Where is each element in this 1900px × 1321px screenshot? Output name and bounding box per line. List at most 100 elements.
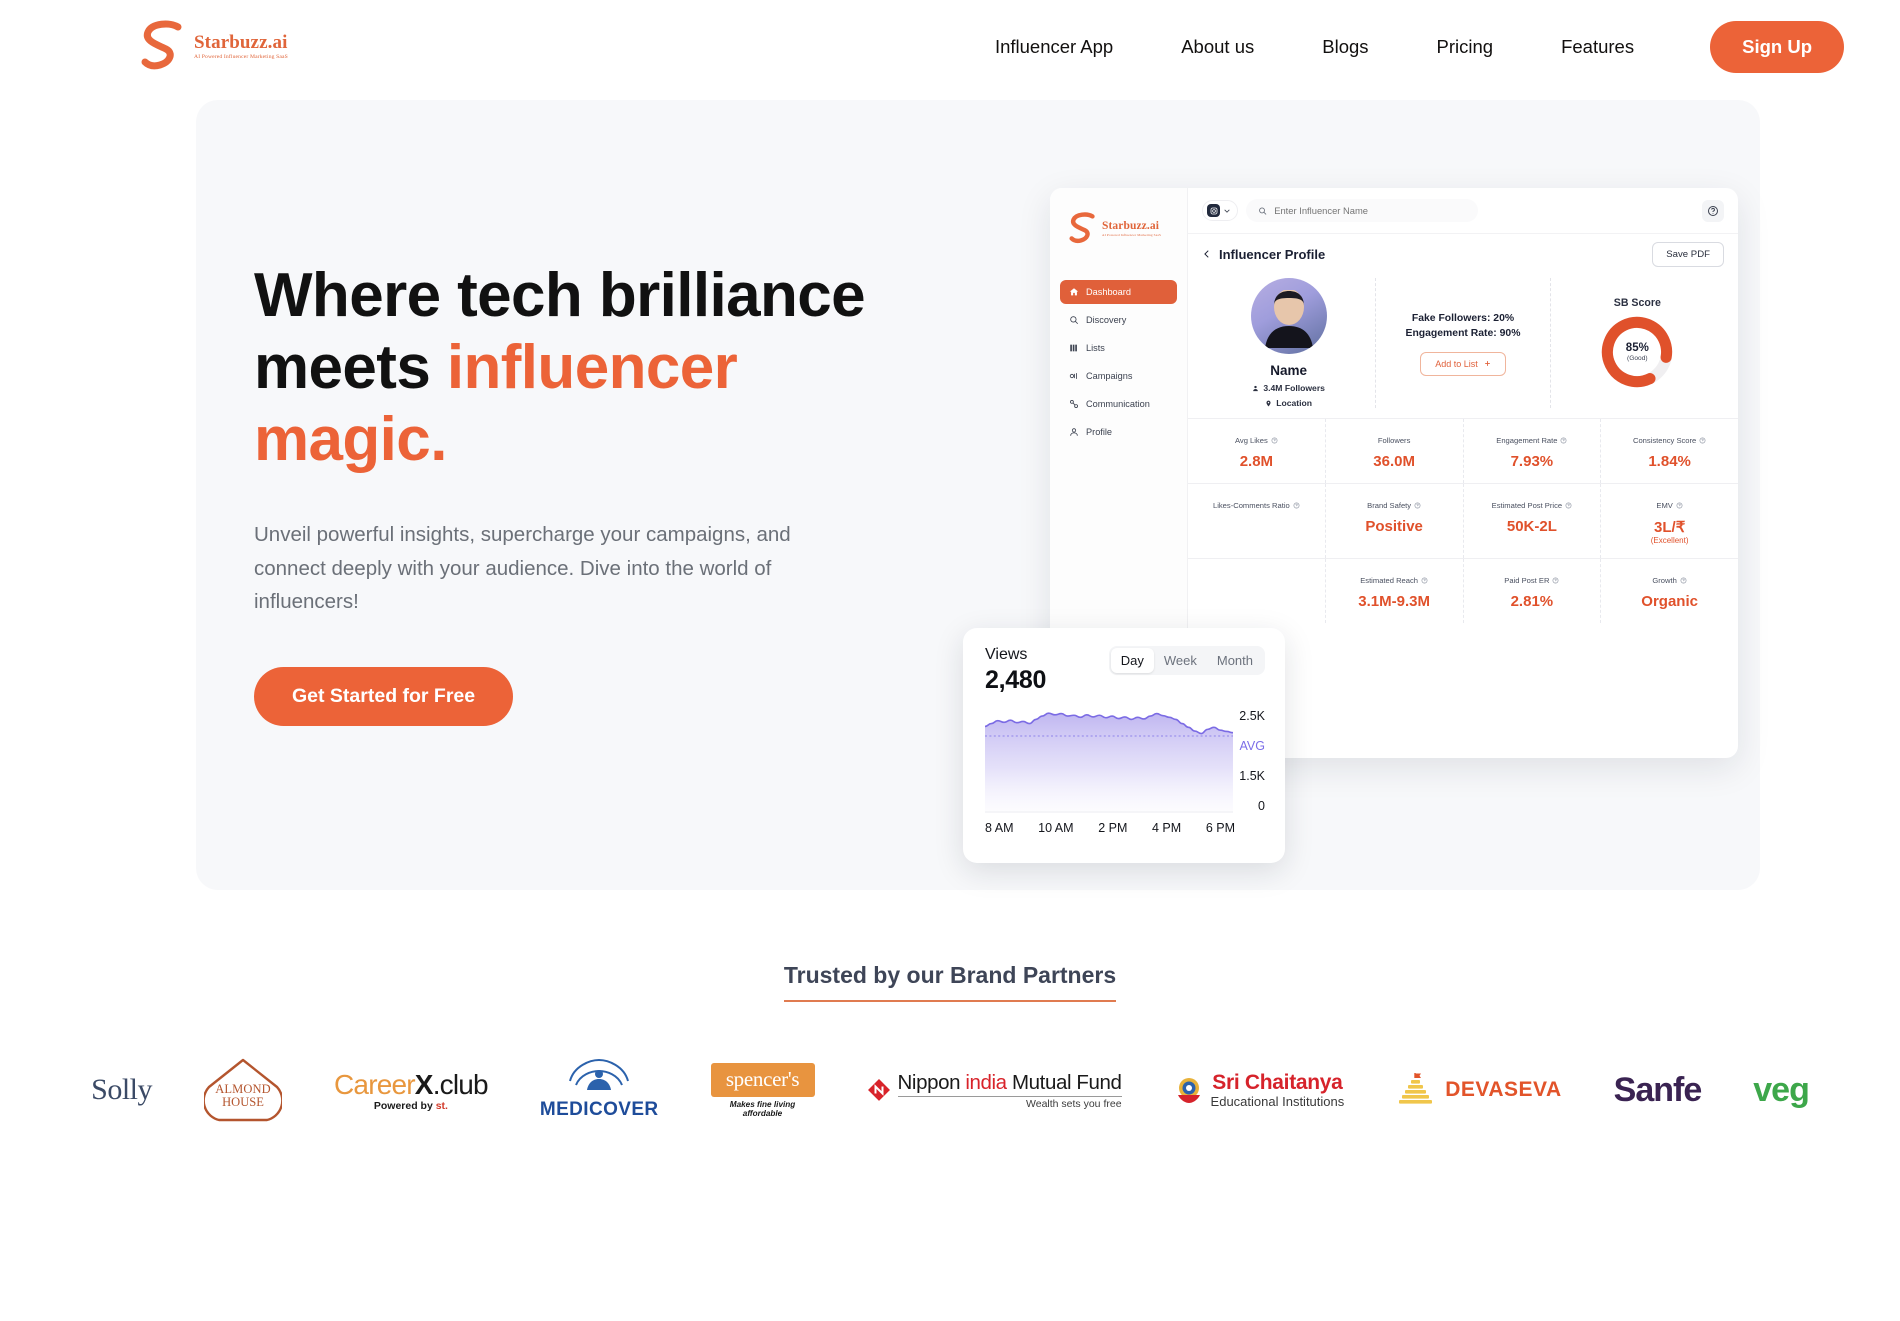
metric-label: Estimated Post Price [1491, 501, 1563, 510]
metric-label: Avg Likes [1234, 436, 1268, 445]
search-icon [1259, 207, 1267, 215]
help-button[interactable] [1702, 199, 1724, 222]
almond-line-2: HOUSE [222, 1094, 264, 1109]
info-icon[interactable] [1565, 502, 1572, 509]
back-button[interactable]: Influencer Profile [1202, 247, 1325, 262]
platform-selector[interactable] [1202, 200, 1238, 221]
timeframe-week-button[interactable]: Week [1154, 648, 1207, 673]
logo-tagline: AI Powered Influencer Marketing SaaS [1102, 232, 1162, 237]
metric-value: 1.84% [1648, 453, 1691, 470]
add-to-list-button[interactable]: Add to List [1420, 351, 1506, 376]
starbuzz-logo-icon [141, 20, 182, 70]
heading-line-2-plain: meets [254, 332, 447, 402]
metric-empty [1188, 559, 1326, 623]
partner-logo-spencers: spencer's Makes fine living affordable [710, 1054, 815, 1126]
timeframe-month-button[interactable]: Month [1207, 648, 1263, 673]
influencer-name: Name [1270, 363, 1308, 378]
metric-label: Paid Post ER [1504, 576, 1550, 585]
plus-icon [1484, 361, 1490, 366]
info-icon[interactable] [1560, 437, 1567, 444]
user-icon [1253, 385, 1259, 391]
y-tick: 1.5K [1239, 769, 1265, 783]
info-icon[interactable] [1414, 502, 1421, 509]
info-icon[interactable] [1676, 502, 1683, 509]
nippon-diamond-icon [867, 1079, 890, 1101]
metric-value: 36.0M [1373, 453, 1415, 470]
home-icon [1069, 288, 1079, 296]
metric-consistency-score: Consistency Score 1.84% [1601, 419, 1738, 483]
get-started-button[interactable]: Get Started for Free [254, 667, 514, 727]
influencer-location: Location [1265, 398, 1312, 408]
medicover-wordmark: MEDICOVER [539, 1099, 659, 1120]
sri-chaitanya-tagline: Educational Institutions [1210, 1094, 1345, 1109]
save-pdf-button[interactable]: Save PDF [1652, 241, 1724, 267]
logo-name: Starbuzz.ai [1102, 219, 1159, 232]
sb-score-gauge: 85% (Good) [1600, 315, 1674, 389]
sidebar-item-communication[interactable]: Communication [1060, 392, 1177, 416]
site-logo[interactable]: Starbuzz.ai AI Powered Influencer Market… [140, 20, 288, 74]
info-icon[interactable] [1552, 577, 1559, 584]
careerx-part-3: .club [432, 1068, 489, 1100]
metric-label: Likes-Comments Ratio [1212, 501, 1290, 510]
medicover-symbol-icon [569, 1058, 630, 1090]
search-box[interactable] [1246, 199, 1478, 222]
timeframe-day-button[interactable]: Day [1110, 648, 1154, 673]
search-input[interactable] [1274, 205, 1466, 216]
metric-value: 3.1M-9.3M [1358, 593, 1430, 610]
almond-house-mark: ALMOND HOUSE [202, 1057, 284, 1123]
x-tick: 8 AM [985, 821, 1014, 835]
sidebar-item-campaigns[interactable]: Campaigns [1060, 364, 1177, 388]
sb-score-rating: (Good) [1627, 355, 1648, 362]
nav-item-about-us[interactable]: About us [1147, 36, 1288, 58]
nav-item-influencer-app[interactable]: Influencer App [961, 36, 1147, 58]
partner-logo-sri-chaitanya: Sri Chaitanya Educational Institutions [1174, 1054, 1345, 1126]
info-icon[interactable] [1293, 502, 1300, 509]
y-tick: 0 [1258, 799, 1265, 813]
metrics-row: Likes-Comments Ratio Brand Safety Positi… [1188, 484, 1738, 559]
nippon-wordmark: Nippon india Mutual Fund [898, 1071, 1122, 1095]
sign-up-button[interactable]: Sign Up [1710, 21, 1844, 73]
metric-value: 2.8M [1239, 453, 1274, 470]
nav-item-blogs[interactable]: Blogs [1288, 36, 1402, 58]
search-icon [1070, 316, 1079, 325]
sidebar-item-profile[interactable]: Profile [1060, 420, 1177, 444]
metric-value: 7.93% [1510, 453, 1554, 470]
influencer-quality-stats: Fake Followers: 20% Engagement Rate: 90%… [1376, 278, 1551, 408]
sb-score-title: SB Score [1613, 297, 1661, 309]
influencer-identity: Name 3.4M Followers Location [1202, 278, 1377, 408]
partner-logo-solly: Solly [91, 1054, 152, 1126]
mock-titlebar: Influencer Profile Save PDF [1188, 234, 1738, 274]
metrics-row: Estimated Reach 3.1M-9.3M Paid Post ER 2… [1188, 559, 1738, 623]
nav-item-features[interactable]: Features [1527, 36, 1668, 58]
instagram-icon [1207, 204, 1220, 217]
megaphone-icon [1069, 373, 1077, 379]
avatar [1250, 278, 1327, 354]
engagement-rate-stat: Engagement Rate: 90% [1405, 327, 1521, 339]
x-tick: 6 PM [1205, 821, 1235, 835]
medicover-mark: MEDICOVER [539, 1058, 659, 1121]
views-chart-card: Views 2,480 Day Week Month 2.5K AVG 1.5K… [963, 628, 1285, 863]
metric-label: EMV [1656, 501, 1673, 510]
sidebar-item-dashboard[interactable]: Dashboard [1060, 280, 1177, 304]
location-pin-icon [1266, 400, 1271, 406]
sidebar-item-discovery[interactable]: Discovery [1060, 308, 1177, 332]
info-icon[interactable] [1421, 577, 1428, 584]
metric-label: Estimated Reach [1360, 576, 1419, 585]
careerx-tagline: Powered by st. [334, 1100, 488, 1112]
info-icon[interactable] [1271, 437, 1278, 444]
sri-chaitanya-wordmark: Sri Chaitanya [1212, 1071, 1343, 1094]
info-icon[interactable] [1699, 437, 1706, 444]
nippon-part-3: Mutual Fund [1006, 1070, 1122, 1094]
metric-avg-likes: Avg Likes 2.8M [1188, 419, 1326, 483]
sidebar-item-lists[interactable]: Lists [1060, 336, 1177, 360]
avatar-portrait-icon [1264, 290, 1313, 349]
metrics-row: Avg Likes 2.8M Followers 36.0M Engagemen… [1188, 419, 1738, 484]
list-icon [1070, 344, 1077, 352]
metric-label: Engagement Rate [1496, 436, 1558, 445]
x-tick: 10 AM [1038, 821, 1074, 835]
x-tick: 2 PM [1098, 821, 1128, 835]
nav-item-pricing[interactable]: Pricing [1403, 36, 1528, 58]
timeframe-toggle: Day Week Month [1108, 646, 1265, 675]
info-icon[interactable] [1680, 577, 1687, 584]
sidebar-item-label: Dashboard [1086, 287, 1131, 297]
